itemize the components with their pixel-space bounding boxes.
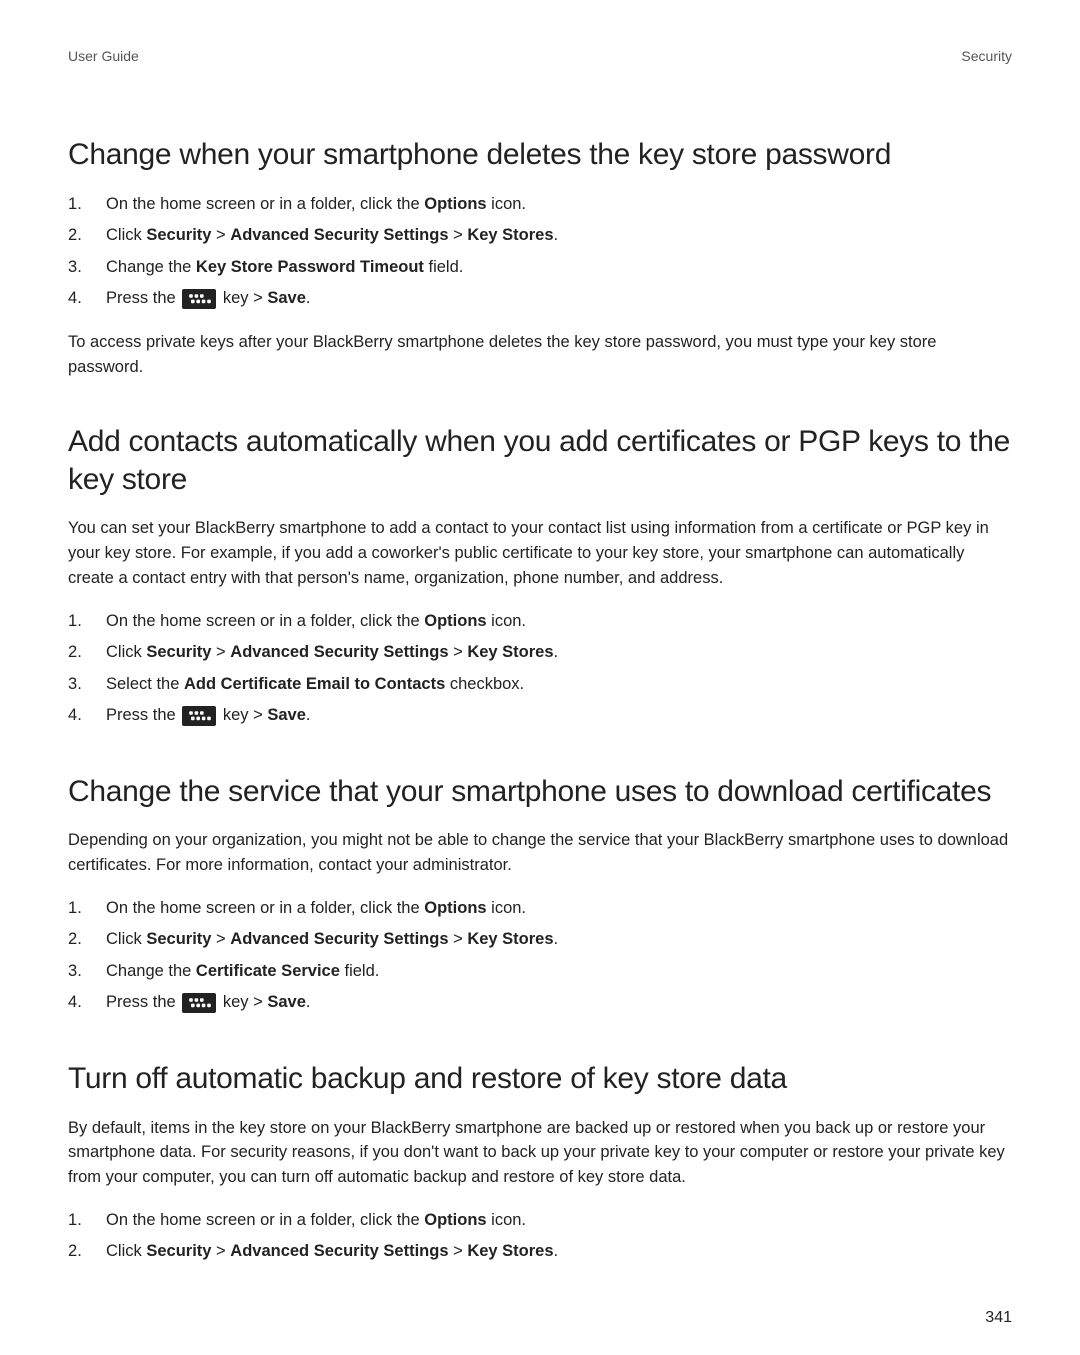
step-text: . — [554, 930, 559, 948]
section: Change the service that your smartphone … — [68, 773, 1012, 1016]
step-item: Click Security > Advanced Security Setti… — [68, 640, 1012, 666]
section-intro: By default, items in the key store on yo… — [68, 1116, 1012, 1190]
step-text: . — [554, 226, 559, 244]
step-text: Change the — [106, 962, 196, 980]
bold-text: Security — [146, 226, 211, 244]
section-after-note: To access private keys after your BlackB… — [68, 330, 1012, 380]
bold-text: Advanced Security Settings — [230, 1242, 448, 1260]
blackberry-menu-key-icon — [182, 706, 216, 726]
step-text: > — [211, 930, 230, 948]
bold-text: Save — [267, 289, 306, 307]
bold-text: Security — [146, 930, 211, 948]
step-item: On the home screen or in a folder, click… — [68, 896, 1012, 922]
section-intro: You can set your BlackBerry smartphone t… — [68, 516, 1012, 590]
bold-text: Key Stores — [467, 930, 553, 948]
step-text: Press the — [106, 706, 180, 724]
step-text: . — [554, 1242, 559, 1260]
step-text: Press the — [106, 993, 180, 1011]
step-text: key > — [218, 993, 267, 1011]
step-text: > — [449, 1242, 468, 1260]
step-text: On the home screen or in a folder, click… — [106, 612, 424, 630]
step-text: Click — [106, 226, 146, 244]
step-text: key > — [218, 706, 267, 724]
header-right: Security — [961, 48, 1012, 64]
step-text: > — [449, 643, 468, 661]
section-heading: Change when your smartphone deletes the … — [68, 136, 1012, 174]
step-text: icon. — [487, 899, 526, 917]
step-text: . — [306, 289, 311, 307]
section: Add contacts automatically when you add … — [68, 423, 1012, 729]
page-content: Change when your smartphone deletes the … — [68, 136, 1012, 1265]
step-text: field. — [340, 962, 379, 980]
section-heading: Add contacts automatically when you add … — [68, 423, 1012, 498]
step-list: On the home screen or in a folder, click… — [68, 192, 1012, 312]
step-text: On the home screen or in a folder, click… — [106, 1211, 424, 1229]
step-text: > — [449, 226, 468, 244]
page-number: 341 — [68, 1309, 1012, 1327]
step-item: Click Security > Advanced Security Setti… — [68, 927, 1012, 953]
step-text: icon. — [487, 1211, 526, 1229]
step-item: Select the Add Certificate Email to Cont… — [68, 672, 1012, 698]
step-item: Press the key > Save. — [68, 990, 1012, 1016]
section-heading: Turn off automatic backup and restore of… — [68, 1060, 1012, 1098]
step-item: Press the key > Save. — [68, 703, 1012, 729]
section-heading: Change the service that your smartphone … — [68, 773, 1012, 811]
step-text: Click — [106, 930, 146, 948]
step-text: On the home screen or in a folder, click… — [106, 195, 424, 213]
step-text: . — [554, 643, 559, 661]
step-item: On the home screen or in a folder, click… — [68, 192, 1012, 218]
step-list: On the home screen or in a folder, click… — [68, 1208, 1012, 1265]
step-text: > — [211, 643, 230, 661]
bold-text: Options — [424, 899, 486, 917]
step-list: On the home screen or in a folder, click… — [68, 609, 1012, 729]
step-text: Select the — [106, 675, 184, 693]
bold-text: Certificate Service — [196, 962, 340, 980]
bold-text: Options — [424, 1211, 486, 1229]
step-text: checkbox. — [445, 675, 524, 693]
step-item: Click Security > Advanced Security Setti… — [68, 1239, 1012, 1265]
bold-text: Security — [146, 643, 211, 661]
bold-text: Advanced Security Settings — [230, 643, 448, 661]
step-text: On the home screen or in a folder, click… — [106, 899, 424, 917]
bold-text: Advanced Security Settings — [230, 930, 448, 948]
step-text: . — [306, 993, 311, 1011]
step-item: Change the Certificate Service field. — [68, 959, 1012, 985]
step-text: > — [211, 1242, 230, 1260]
bold-text: Options — [424, 612, 486, 630]
bold-text: Add Certificate Email to Contacts — [184, 675, 445, 693]
step-item: On the home screen or in a folder, click… — [68, 609, 1012, 635]
header-left: User Guide — [68, 48, 139, 64]
bold-text: Key Stores — [467, 1242, 553, 1260]
step-item: Change the Key Store Password Timeout fi… — [68, 255, 1012, 281]
step-text: key > — [218, 289, 267, 307]
step-text: Click — [106, 1242, 146, 1260]
bold-text: Key Stores — [467, 226, 553, 244]
section-intro: Depending on your organization, you migh… — [68, 828, 1012, 878]
step-text: Click — [106, 643, 146, 661]
section: Turn off automatic backup and restore of… — [68, 1060, 1012, 1265]
bold-text: Key Stores — [467, 643, 553, 661]
step-text: icon. — [487, 612, 526, 630]
step-text: Press the — [106, 289, 180, 307]
blackberry-menu-key-icon — [182, 993, 216, 1013]
step-text: > — [449, 930, 468, 948]
step-text: icon. — [487, 195, 526, 213]
bold-text: Security — [146, 1242, 211, 1260]
bold-text: Key Store Password Timeout — [196, 258, 424, 276]
step-text: field. — [424, 258, 463, 276]
page-header: User Guide Security — [68, 48, 1012, 64]
bold-text: Save — [267, 706, 306, 724]
step-item: Click Security > Advanced Security Setti… — [68, 223, 1012, 249]
bold-text: Save — [267, 993, 306, 1011]
blackberry-menu-key-icon — [182, 289, 216, 309]
step-text: Change the — [106, 258, 196, 276]
step-text: > — [211, 226, 230, 244]
step-text: . — [306, 706, 311, 724]
step-item: On the home screen or in a folder, click… — [68, 1208, 1012, 1234]
section: Change when your smartphone deletes the … — [68, 136, 1012, 379]
step-list: On the home screen or in a folder, click… — [68, 896, 1012, 1016]
step-item: Press the key > Save. — [68, 286, 1012, 312]
bold-text: Options — [424, 195, 486, 213]
bold-text: Advanced Security Settings — [230, 226, 448, 244]
